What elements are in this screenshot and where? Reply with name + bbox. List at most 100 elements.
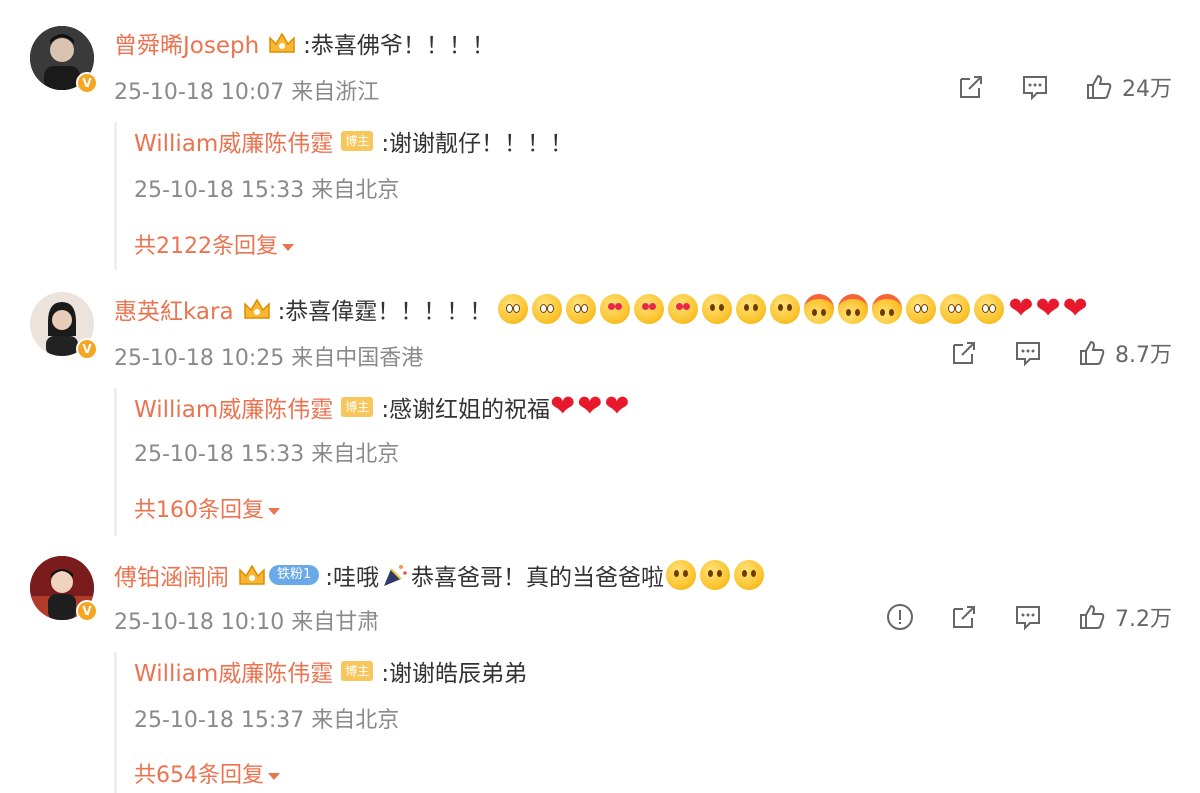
scream-emoji-icon [566,294,597,324]
verified-v-badge-icon: V [76,600,98,622]
reply-date: 25-10-18 15:33 [134,442,305,467]
scream-emoji-icon [498,294,529,324]
reply-meta: 25-10-18 15:33 来自北京 [134,172,399,204]
party-emoji-icon [804,294,835,324]
reply-username[interactable]: William威廉陈伟霆 [134,390,333,424]
excited-emoji-icon [974,294,1005,324]
comment-actions: 8.7万 [915,337,1172,369]
comment-header: 曾舜晞Joseph :恭喜佛爷！！！！ [114,26,495,60]
comment-header: 惠英紅kara :恭喜偉霆！！！！！ ❤ ❤ ❤ [114,292,1090,326]
more-replies-link[interactable]: 共160条回复 [134,492,280,524]
party-emoji-icon [838,294,869,324]
more-replies-label: 共2122条回复 [134,234,278,259]
fan-level-badge: 铁粉1 [269,565,320,585]
reply-text: :感谢红姐的祝福 [381,397,551,423]
reply-divider [114,122,117,270]
scream-emoji-icon [532,294,563,324]
author-badge: 博主 [341,131,374,151]
reply-location: 来自北京 [311,442,400,467]
crown-icon[interactable] [267,30,297,56]
comment-meta: 25-10-18 10:25 来自中国香港 [114,340,423,372]
reply-text: :谢谢皓辰弟弟 [381,661,528,687]
crown-icon[interactable] [237,562,267,588]
comment-meta: 25-10-18 10:07 来自浙江 [114,74,379,106]
crown-icon[interactable] [242,296,272,322]
excited-emoji-icon [940,294,971,324]
verified-v-badge-icon: V [76,338,98,360]
comment-actions: 7.2万 [885,601,1172,633]
reply-header: William威廉陈伟霆 博主 :谢谢皓辰弟弟 [134,654,527,688]
thumbs-up-icon[interactable] [1084,72,1114,102]
caret-down-icon [282,243,294,251]
comment-username[interactable]: 曾舜晞Joseph [114,26,259,60]
heart-icon: ❤ [577,389,603,424]
reply-header: William威廉陈伟霆 博主 :谢谢靓仔！！！！ [134,124,573,158]
reply-text: :谢谢靓仔！！！！ [381,131,574,157]
heart-icon: ❤ [1062,291,1088,326]
comment-date: 25-10-18 10:25 [114,346,285,371]
reply-location: 来自北京 [311,178,400,203]
emoji-row: ❤ ❤ ❤ [498,294,1089,324]
party-popper-icon [381,561,409,589]
comment-location: 来自甘肃 [291,610,380,635]
more-replies-label: 共160条回复 [134,498,264,523]
comment-header: 傅铂涵闹闹 铁粉1 :哇哦 恭喜爸哥！真的当爸爸啦 [114,558,768,592]
author-badge: 博主 [341,397,374,417]
comment-date: 25-10-18 10:10 [114,610,285,635]
author-badge: 博主 [341,661,374,681]
reply-divider [114,652,117,793]
share-icon[interactable] [949,602,979,632]
more-replies-link[interactable]: 共2122条回复 [134,228,294,260]
reply-date: 25-10-18 15:37 [134,708,305,733]
comment-location: 来自中国香港 [291,346,424,371]
comment-icon[interactable] [1020,72,1050,102]
heart-eyes-emoji-icon [668,294,699,324]
reply-username[interactable]: William威廉陈伟霆 [134,124,333,158]
reply-date: 25-10-18 15:33 [134,178,305,203]
surprised-emoji-icon [700,560,731,590]
surprised-emoji-icon [666,560,697,590]
heart-icon: ❤ [1035,291,1061,326]
share-icon[interactable] [956,72,986,102]
surprised-emoji-icon [770,294,801,324]
surprised-emoji-icon [734,560,765,590]
comment-date: 25-10-18 10:07 [114,80,285,105]
comment-text: :恭喜佛爷！！！！ [303,33,495,59]
heart-icon: ❤ [604,389,630,424]
comment-text-part1: :哇哦 [325,565,380,591]
reply-meta: 25-10-18 15:33 来自北京 [134,436,399,468]
heart-icon: ❤ [1008,291,1034,326]
surprised-emoji-icon [736,294,767,324]
emoji-row [666,560,768,590]
share-icon[interactable] [949,338,979,368]
reply-location: 来自北京 [311,708,400,733]
surprised-emoji-icon [702,294,733,324]
thumbs-up-icon[interactable] [1077,338,1107,368]
comment-text-part2: 恭喜爸哥！真的当爸爸啦 [411,565,665,591]
heart-icon: ❤ [550,389,576,424]
comment-text: :恭喜偉霆！！！！！ [277,299,493,325]
like-count: 7.2万 [1115,607,1172,632]
comment-icon[interactable] [1013,602,1043,632]
thumbs-up-icon[interactable] [1077,602,1107,632]
comment-username[interactable]: 惠英紅kara [114,292,234,326]
comment-actions: 24万 [922,71,1172,103]
party-emoji-icon [872,294,903,324]
like-count: 8.7万 [1115,343,1172,368]
like-count: 24万 [1122,77,1172,102]
reply-username[interactable]: William威廉陈伟霆 [134,654,333,688]
more-replies-label: 共654条回复 [134,763,264,788]
reply-header: William威廉陈伟霆 博主 :感谢红姐的祝福 ❤ ❤ ❤ [134,390,631,424]
comment-location: 来自浙江 [291,80,380,105]
excited-emoji-icon [906,294,937,324]
report-icon[interactable] [885,602,915,632]
heart-eyes-emoji-icon [634,294,665,324]
reply-divider [114,388,117,536]
heart-eyes-emoji-icon [600,294,631,324]
caret-down-icon [268,772,280,780]
comment-icon[interactable] [1013,338,1043,368]
comment-meta: 25-10-18 10:10 来自甘肃 [114,604,379,636]
more-replies-link[interactable]: 共654条回复 [134,757,280,789]
comment-username[interactable]: 傅铂涵闹闹 [114,558,229,592]
caret-down-icon [268,507,280,515]
